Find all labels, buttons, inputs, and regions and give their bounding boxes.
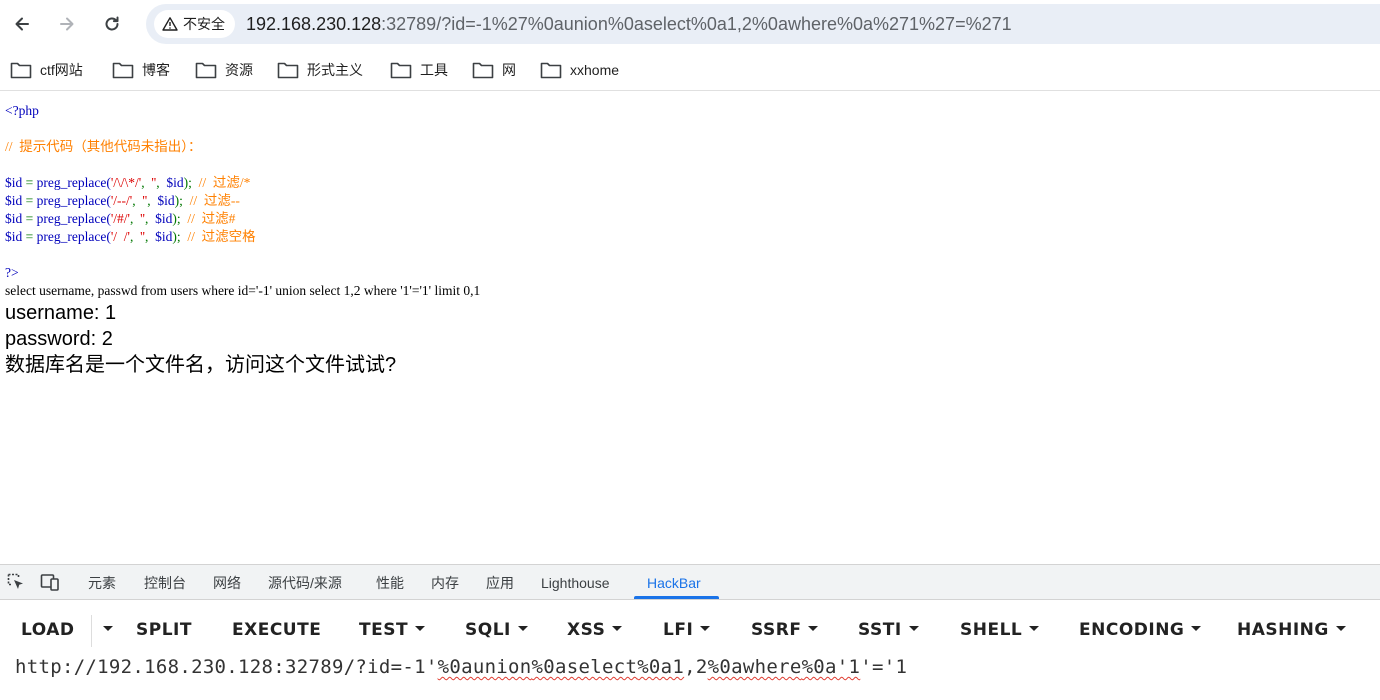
caret-down-icon	[908, 625, 919, 631]
bookmark-label: 资源	[225, 62, 253, 78]
arrow-left-icon	[15, 17, 29, 31]
tab-console[interactable]: 控制台	[144, 565, 186, 599]
php-open-tag: <?php	[5, 103, 39, 118]
folder-icon	[472, 62, 494, 79]
bookmark-label: 网	[502, 62, 516, 78]
folder-icon	[390, 62, 412, 79]
toolbar-divider	[91, 615, 92, 647]
hashing-menu[interactable]: HASHING	[1237, 607, 1346, 651]
devtools-panel: 元素 控制台 网络 源代码/来源 性能 内存 应用 Lighthouse Hac…	[0, 564, 1380, 700]
caret-down-icon	[415, 625, 426, 631]
tab-sources[interactable]: 源代码/来源	[268, 565, 342, 599]
folder-icon	[277, 62, 299, 79]
folder-icon	[10, 62, 32, 79]
caret-down-icon	[1191, 625, 1202, 631]
execute-button[interactable]: EXECUTE	[232, 607, 321, 651]
caret-down-icon	[103, 625, 113, 631]
arrow-right-icon	[60, 17, 74, 31]
tab-elements[interactable]: 元素	[88, 565, 116, 599]
page-content: <?php ​ // 提示代码（其他代码未指出）： ​ $id = preg_r…	[5, 102, 1375, 378]
tab-application[interactable]: 应用	[486, 565, 514, 599]
bookmarks-bar: ctf网站 博客 资源 形式主义 工具 网 xxhome	[0, 50, 1380, 91]
php-source: <?php ​ // 提示代码（其他代码未指出）： ​ $id = preg_r…	[5, 102, 1375, 282]
caret-down-icon	[612, 625, 623, 631]
filter-line: $id = preg_replace('/#/', '', $id); // 过…	[5, 211, 236, 226]
sql-query: select username, passwd from users where…	[5, 283, 481, 298]
filter-line: $id = preg_replace('/ /', '', $id); // 过…	[5, 229, 256, 244]
forward-button[interactable]	[51, 8, 83, 40]
shell-menu[interactable]: SHELL	[960, 607, 1040, 651]
device-toolbar-icon[interactable]	[40, 572, 60, 592]
xss-menu[interactable]: XSS	[567, 607, 623, 651]
bookmark-label: 博客	[142, 62, 170, 78]
filter-line: $id = preg_replace('/\/\*/', '', $id); /…	[5, 175, 251, 190]
bookmark-label: ctf网站	[40, 62, 83, 78]
folder-icon	[195, 62, 217, 79]
bookmark-label: 形式主义	[307, 62, 363, 78]
bookmark-label: 工具	[420, 62, 448, 78]
hint-text: 数据库名是一个文件名，访问这个文件试试?	[5, 354, 397, 376]
reload-icon	[105, 16, 119, 31]
code-comment-hint: // 提示代码（其他代码未指出）：	[5, 139, 202, 154]
filter-line: $id = preg_replace('/--/', '', $id); // …	[5, 193, 240, 208]
folder-icon	[540, 62, 562, 79]
lfi-menu[interactable]: LFI	[663, 607, 711, 651]
reload-button[interactable]	[96, 8, 128, 40]
bookmark-blog[interactable]: 博客	[112, 59, 170, 81]
php-close-tag: ?>	[5, 265, 19, 280]
sqli-menu[interactable]: SQLI	[465, 607, 528, 651]
address-bar[interactable]: 不安全 192.168.230.128:32789/?id=-1%27%0aun…	[146, 4, 1380, 44]
caret-down-icon	[808, 625, 819, 631]
back-button[interactable]	[6, 8, 38, 40]
tab-performance[interactable]: 性能	[376, 565, 404, 599]
ssti-menu[interactable]: SSTI	[858, 607, 919, 651]
inspect-element-icon[interactable]	[6, 572, 26, 592]
browser-toolbar: 不安全 192.168.230.128:32789/?id=-1%27%0aun…	[0, 0, 1380, 48]
bookmark-formalism[interactable]: 形式主义	[277, 59, 363, 81]
warning-icon	[162, 17, 178, 31]
caret-down-icon	[1029, 625, 1040, 631]
bookmark-xxhome[interactable]: xxhome	[540, 59, 619, 81]
tab-lighthouse[interactable]: Lighthouse	[541, 565, 610, 599]
load-button[interactable]: LOAD	[21, 607, 75, 651]
hackbar-url-input[interactable]: http://192.168.230.128:32789/?id=-1'%0au…	[15, 656, 907, 678]
security-label: 不安全	[183, 17, 225, 33]
caret-down-icon	[700, 625, 711, 631]
caret-down-icon	[517, 625, 528, 631]
tab-hackbar[interactable]: HackBar	[647, 565, 701, 599]
tab-network[interactable]: 网络	[213, 565, 241, 599]
ssrf-menu[interactable]: SSRF	[751, 607, 819, 651]
bookmark-tools[interactable]: 工具	[390, 59, 448, 81]
result-username: username: 1	[5, 302, 117, 324]
folder-icon	[112, 62, 134, 79]
test-menu[interactable]: TEST	[359, 607, 426, 651]
url-host: 192.168.230.128	[246, 14, 382, 34]
load-menu-caret[interactable]	[96, 607, 113, 651]
active-tab-indicator	[634, 596, 719, 599]
result-password: password: 2	[5, 328, 113, 350]
url-path: :32789/?id=-1%27%0aunion%0aselect%0a1,2%…	[381, 14, 1012, 34]
caret-down-icon	[1335, 625, 1346, 631]
security-chip[interactable]: 不安全	[154, 10, 235, 38]
bookmark-label: xxhome	[570, 62, 620, 78]
bookmark-ctf[interactable]: ctf网站	[10, 59, 83, 81]
tab-memory[interactable]: 内存	[431, 565, 459, 599]
encoding-menu[interactable]: ENCODING	[1079, 607, 1202, 651]
hackbar-toolbar: LOAD SPLIT EXECUTE TEST SQLI XSS LFI SSR…	[0, 607, 1380, 651]
bookmark-resources[interactable]: 资源	[195, 59, 253, 81]
devtools-tabbar: 元素 控制台 网络 源代码/来源 性能 内存 应用 Lighthouse Hac…	[0, 565, 1380, 600]
url-text[interactable]: 192.168.230.128:32789/?id=-1%27%0aunion%…	[246, 4, 1012, 44]
bookmark-net[interactable]: 网	[472, 59, 516, 81]
split-button[interactable]: SPLIT	[136, 607, 192, 651]
